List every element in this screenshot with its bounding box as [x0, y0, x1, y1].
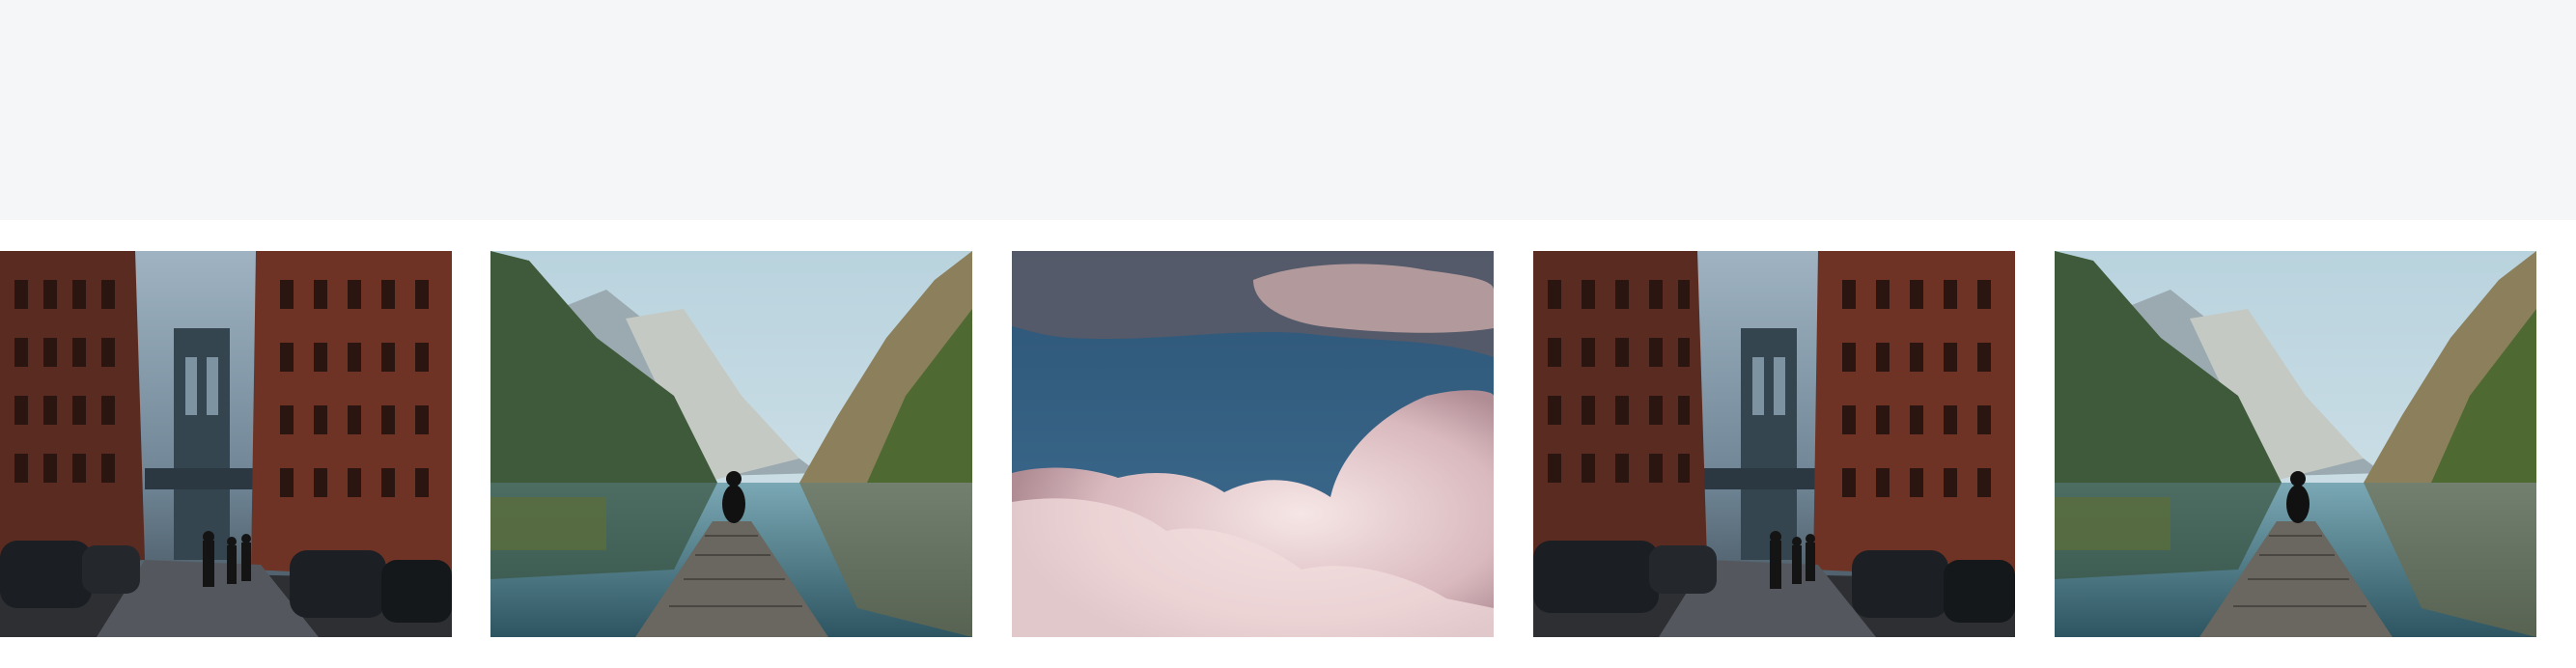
- carousel-slide-mountain-lake[interactable]: [490, 251, 972, 637]
- sky-clouds-image: [1012, 251, 1494, 637]
- image-carousel: [0, 251, 2576, 637]
- carousel-slide-mountain-lake[interactable]: [2055, 251, 2536, 637]
- carousel-slide-city-bridge-partial[interactable]: [0, 251, 452, 637]
- top-empty-band: [0, 0, 2576, 220]
- city-bridge-image: [0, 251, 452, 637]
- mountain-lake-image: [2055, 251, 2536, 637]
- carousel-slide-city-bridge[interactable]: [1533, 251, 2015, 637]
- mountain-lake-image: [490, 251, 972, 637]
- carousel-slide-sky-clouds[interactable]: [1012, 251, 1494, 637]
- city-bridge-image: [1533, 251, 2015, 637]
